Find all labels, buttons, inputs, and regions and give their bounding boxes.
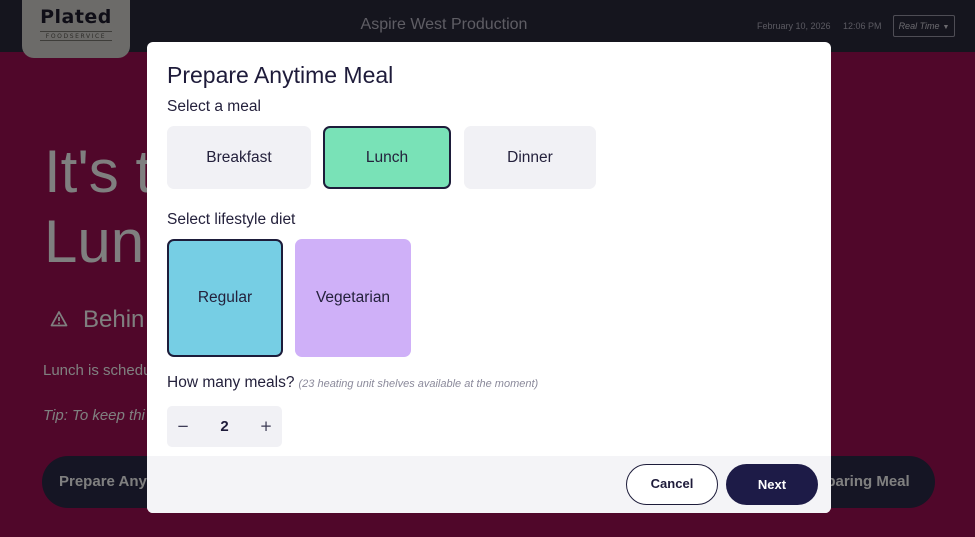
cancel-button[interactable]: Cancel [626, 464, 718, 505]
meal-option-lunch[interactable]: Lunch [323, 126, 451, 189]
decrement-button[interactable]: − [167, 406, 199, 447]
next-button[interactable]: Next [726, 464, 818, 505]
meal-section-label: Select a meal [167, 98, 261, 115]
quantity-value[interactable]: 2 [199, 406, 250, 447]
meal-option-breakfast[interactable]: Breakfast [167, 126, 311, 189]
quantity-label: How many meals? [167, 374, 295, 391]
diet-section-label: Select lifestyle diet [167, 211, 296, 228]
prepare-meal-modal: Prepare Anytime Meal Select a meal Break… [147, 42, 831, 513]
quantity-stepper: − 2 + [167, 406, 282, 447]
diet-option-regular[interactable]: Regular [167, 239, 283, 357]
increment-button[interactable]: + [250, 406, 282, 447]
modal-footer: Cancel Next [147, 456, 831, 513]
quantity-hint: (23 heating unit shelves available at th… [298, 378, 539, 390]
diet-option-vegetarian[interactable]: Vegetarian [295, 239, 411, 357]
quantity-label-row: How many meals? (23 heating unit shelves … [167, 374, 538, 392]
meal-option-dinner[interactable]: Dinner [464, 126, 596, 189]
modal-title: Prepare Anytime Meal [167, 62, 394, 88]
